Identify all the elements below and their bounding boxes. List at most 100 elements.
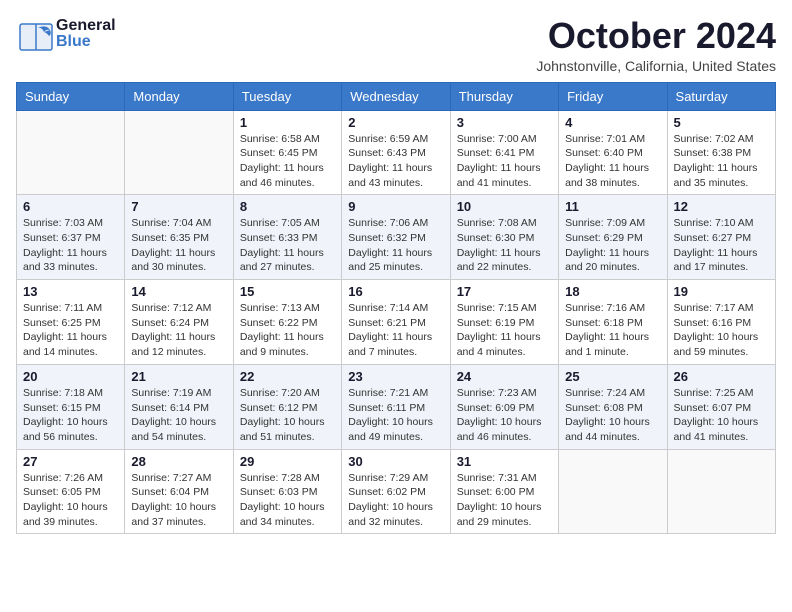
day-detail: Sunrise: 7:10 AM Sunset: 6:27 PM Dayligh… [674,216,769,275]
calendar-day-cell: 18 Sunrise: 7:16 AM Sunset: 6:18 PM Dayli… [559,280,667,365]
day-detail: Sunrise: 6:58 AM Sunset: 6:45 PM Dayligh… [240,132,335,191]
day-number: 19 [674,284,769,299]
weekday-header-sunday: Sunday [17,82,125,110]
calendar-week-row: 1 Sunrise: 6:58 AM Sunset: 6:45 PM Daylig… [17,110,776,195]
calendar-day-cell: 7 Sunrise: 7:04 AM Sunset: 6:35 PM Daylig… [125,195,233,280]
calendar-day-cell: 2 Sunrise: 6:59 AM Sunset: 6:43 PM Daylig… [342,110,450,195]
weekday-header-thursday: Thursday [450,82,558,110]
calendar-week-row: 27 Sunrise: 7:26 AM Sunset: 6:05 PM Dayli… [17,449,776,534]
logo-name: General Blue [56,18,116,50]
day-detail: Sunrise: 7:19 AM Sunset: 6:14 PM Dayligh… [131,386,226,445]
calendar-week-row: 20Sunrise: 7:18 AM Sunset: 6:15 PM Dayli… [17,364,776,449]
calendar-day-cell: 23 Sunrise: 7:21 AM Sunset: 6:11 PM Dayli… [342,364,450,449]
day-detail: Sunrise: 7:29 AM Sunset: 6:02 PM Dayligh… [348,471,443,530]
calendar-day-cell: 20Sunrise: 7:18 AM Sunset: 6:15 PM Dayli… [17,364,125,449]
weekday-header-saturday: Saturday [667,82,775,110]
day-detail: Sunrise: 7:13 AM Sunset: 6:22 PM Dayligh… [240,301,335,360]
day-number: 17 [457,284,552,299]
day-number: 22 [240,369,335,384]
calendar-day-cell: 11Sunrise: 7:09 AM Sunset: 6:29 PM Dayli… [559,195,667,280]
calendar-day-cell: 14Sunrise: 7:12 AM Sunset: 6:24 PM Dayli… [125,280,233,365]
day-number: 8 [240,199,335,214]
logo: General Blue [16,16,116,52]
calendar-day-cell: 19 Sunrise: 7:17 AM Sunset: 6:16 PM Dayli… [667,280,775,365]
day-detail: Sunrise: 7:00 AM Sunset: 6:41 PM Dayligh… [457,132,552,191]
day-number: 31 [457,454,552,469]
calendar-day-cell: 29 Sunrise: 7:28 AM Sunset: 6:03 PM Dayli… [233,449,341,534]
calendar-day-cell: 5Sunrise: 7:02 AM Sunset: 6:38 PM Daylig… [667,110,775,195]
day-number: 25 [565,369,660,384]
day-detail: Sunrise: 7:26 AM Sunset: 6:05 PM Dayligh… [23,471,118,530]
location: Johnstonville, California, United States [536,58,776,74]
day-number: 20 [23,369,118,384]
calendar-day-cell: 3 Sunrise: 7:00 AM Sunset: 6:41 PM Daylig… [450,110,558,195]
logo-blue-text: Blue [56,34,116,50]
month-title: October 2024 [536,16,776,56]
day-number: 27 [23,454,118,469]
day-detail: Sunrise: 7:27 AM Sunset: 6:04 PM Dayligh… [131,471,226,530]
weekday-header-monday: Monday [125,82,233,110]
day-number: 18 [565,284,660,299]
day-number: 26 [674,369,769,384]
day-number: 29 [240,454,335,469]
calendar-day-cell: 9 Sunrise: 7:06 AM Sunset: 6:32 PM Daylig… [342,195,450,280]
calendar-day-cell: 1 Sunrise: 6:58 AM Sunset: 6:45 PM Daylig… [233,110,341,195]
calendar-day-cell: 17 Sunrise: 7:15 AM Sunset: 6:19 PM Dayli… [450,280,558,365]
day-detail: Sunrise: 7:04 AM Sunset: 6:35 PM Dayligh… [131,216,226,275]
day-detail: Sunrise: 7:01 AM Sunset: 6:40 PM Dayligh… [565,132,660,191]
weekday-header-wednesday: Wednesday [342,82,450,110]
title-block: October 2024 Johnstonville, California, … [536,16,776,74]
day-number: 28 [131,454,226,469]
calendar-day-cell: 28 Sunrise: 7:27 AM Sunset: 6:04 PM Dayli… [125,449,233,534]
calendar-day-cell: 8Sunrise: 7:05 AM Sunset: 6:33 PM Daylig… [233,195,341,280]
day-detail: Sunrise: 7:03 AM Sunset: 6:37 PM Dayligh… [23,216,118,275]
day-detail: Sunrise: 7:16 AM Sunset: 6:18 PM Dayligh… [565,301,660,360]
day-number: 30 [348,454,443,469]
calendar-day-cell: 15 Sunrise: 7:13 AM Sunset: 6:22 PM Dayli… [233,280,341,365]
day-detail: Sunrise: 7:09 AM Sunset: 6:29 PM Dayligh… [565,216,660,275]
day-number: 15 [240,284,335,299]
calendar-day-cell: 26Sunrise: 7:25 AM Sunset: 6:07 PM Dayli… [667,364,775,449]
calendar-day-cell: 22Sunrise: 7:20 AM Sunset: 6:12 PM Dayli… [233,364,341,449]
day-number: 10 [457,199,552,214]
day-number: 13 [23,284,118,299]
day-detail: Sunrise: 7:12 AM Sunset: 6:24 PM Dayligh… [131,301,226,360]
calendar-day-cell [17,110,125,195]
calendar-day-cell: 27 Sunrise: 7:26 AM Sunset: 6:05 PM Dayli… [17,449,125,534]
day-number: 16 [348,284,443,299]
calendar-day-cell: 25 Sunrise: 7:24 AM Sunset: 6:08 PM Dayli… [559,364,667,449]
day-detail: Sunrise: 7:17 AM Sunset: 6:16 PM Dayligh… [674,301,769,360]
day-number: 2 [348,115,443,130]
calendar-week-row: 13Sunrise: 7:11 AM Sunset: 6:25 PM Dayli… [17,280,776,365]
header: General Blue October 2024 Johnstonville,… [16,16,776,74]
weekday-header-tuesday: Tuesday [233,82,341,110]
weekday-header-friday: Friday [559,82,667,110]
day-number: 1 [240,115,335,130]
day-number: 23 [348,369,443,384]
weekday-header-row: SundayMondayTuesdayWednesdayThursdayFrid… [17,82,776,110]
calendar-day-cell: 13Sunrise: 7:11 AM Sunset: 6:25 PM Dayli… [17,280,125,365]
day-detail: Sunrise: 7:23 AM Sunset: 6:09 PM Dayligh… [457,386,552,445]
day-detail: Sunrise: 7:08 AM Sunset: 6:30 PM Dayligh… [457,216,552,275]
calendar-day-cell: 10 Sunrise: 7:08 AM Sunset: 6:30 PM Dayli… [450,195,558,280]
calendar-day-cell [125,110,233,195]
calendar-day-cell: 6Sunrise: 7:03 AM Sunset: 6:37 PM Daylig… [17,195,125,280]
day-number: 24 [457,369,552,384]
day-detail: Sunrise: 7:24 AM Sunset: 6:08 PM Dayligh… [565,386,660,445]
day-detail: Sunrise: 7:15 AM Sunset: 6:19 PM Dayligh… [457,301,552,360]
day-number: 9 [348,199,443,214]
page-container: General Blue October 2024 Johnstonville,… [0,0,792,542]
day-number: 3 [457,115,552,130]
calendar-week-row: 6Sunrise: 7:03 AM Sunset: 6:37 PM Daylig… [17,195,776,280]
calendar-day-cell [559,449,667,534]
day-detail: Sunrise: 7:21 AM Sunset: 6:11 PM Dayligh… [348,386,443,445]
day-detail: Sunrise: 7:28 AM Sunset: 6:03 PM Dayligh… [240,471,335,530]
calendar-day-cell: 30 Sunrise: 7:29 AM Sunset: 6:02 PM Dayli… [342,449,450,534]
day-detail: Sunrise: 7:06 AM Sunset: 6:32 PM Dayligh… [348,216,443,275]
day-number: 7 [131,199,226,214]
day-detail: Sunrise: 7:31 AM Sunset: 6:00 PM Dayligh… [457,471,552,530]
calendar-day-cell [667,449,775,534]
day-detail: Sunrise: 6:59 AM Sunset: 6:43 PM Dayligh… [348,132,443,191]
calendar-table: SundayMondayTuesdayWednesdayThursdayFrid… [16,82,776,535]
day-number: 12 [674,199,769,214]
